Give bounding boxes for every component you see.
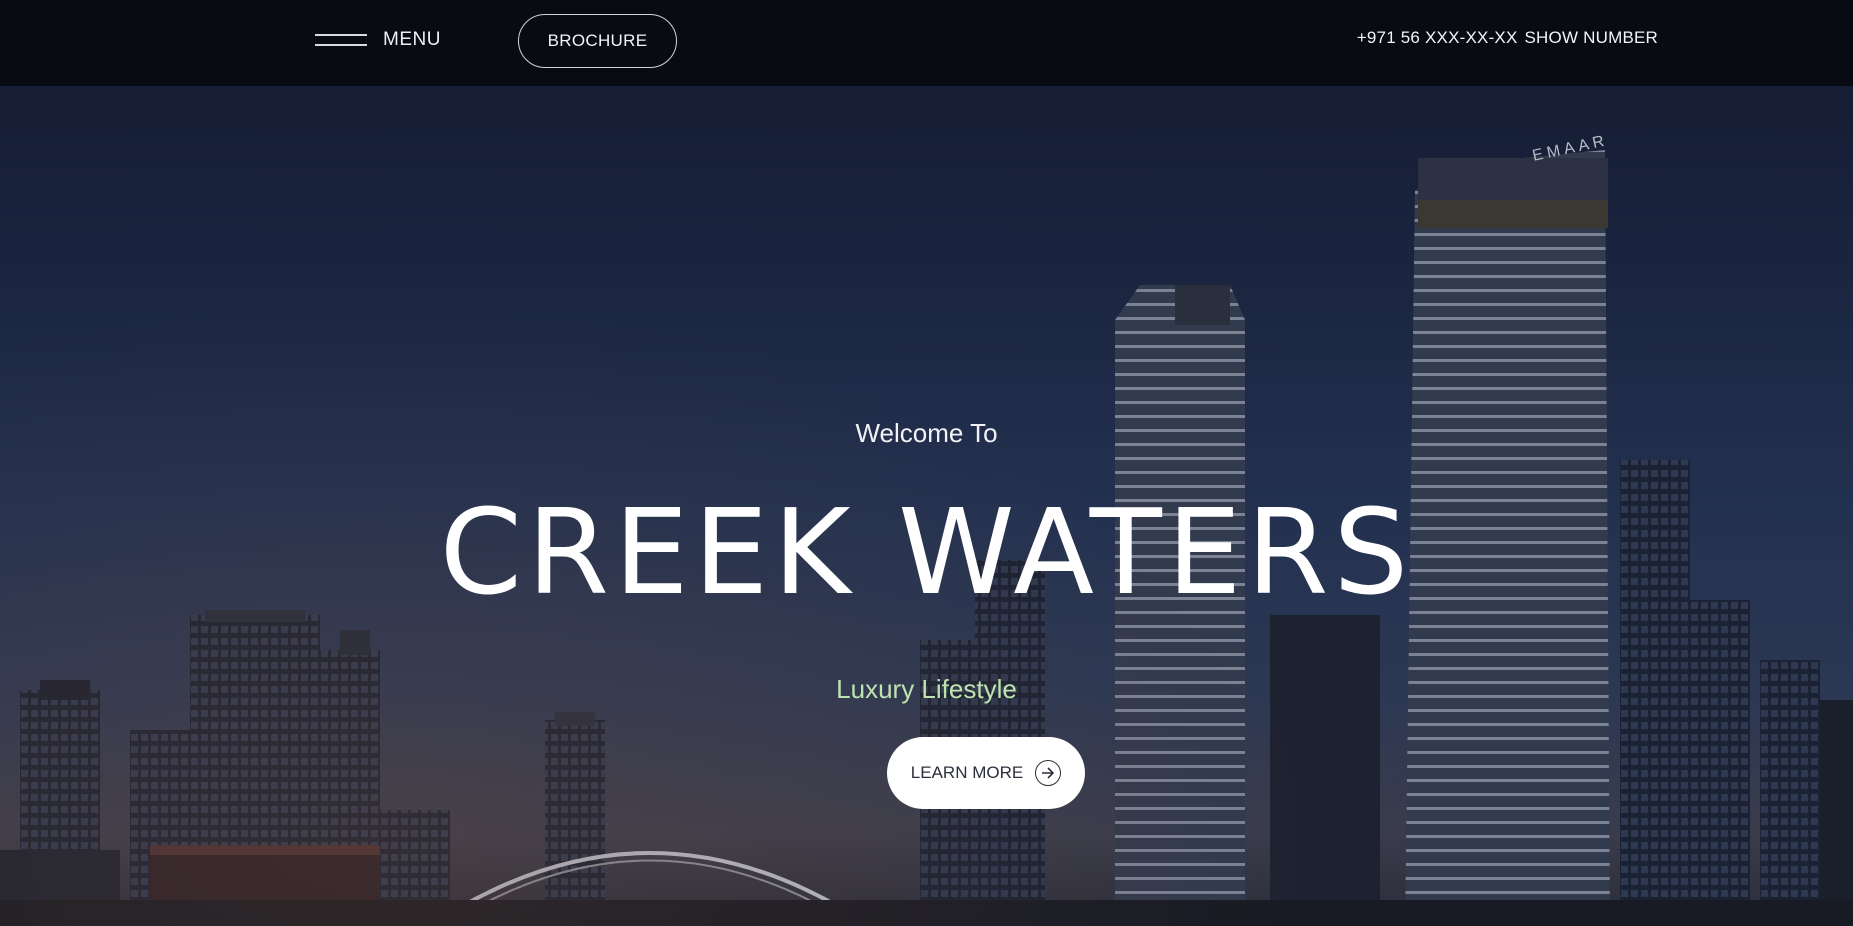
- welcome-text: Welcome To: [855, 418, 998, 448]
- brochure-button[interactable]: BROCHURE: [518, 14, 677, 68]
- phone-number-text: +971 56 XXX-XX-XX: [1356, 28, 1518, 47]
- menu-label[interactable]: MENU: [383, 29, 441, 51]
- page-title: CREEK WATERS: [439, 483, 1414, 621]
- show-number-link[interactable]: SHOW NUMBER: [1525, 28, 1658, 48]
- menu-button[interactable]: MENU: [315, 26, 441, 54]
- hamburger-icon[interactable]: [315, 34, 367, 46]
- top-navigation-bar: MENU BROCHURE +971 56 XXX-XX-XX SHOW NUM…: [0, 0, 1853, 86]
- arrow-right-circle-icon[interactable]: [1035, 760, 1062, 786]
- learn-more-button[interactable]: LEARN MORE: [887, 737, 1085, 809]
- tagline-text: Luxury Lifestyle: [836, 674, 1017, 704]
- phone-number: +971 56 XXX-XX-XX SHOW NUMBER: [1357, 28, 1658, 48]
- learn-more-label[interactable]: LEARN MORE: [911, 763, 1023, 783]
